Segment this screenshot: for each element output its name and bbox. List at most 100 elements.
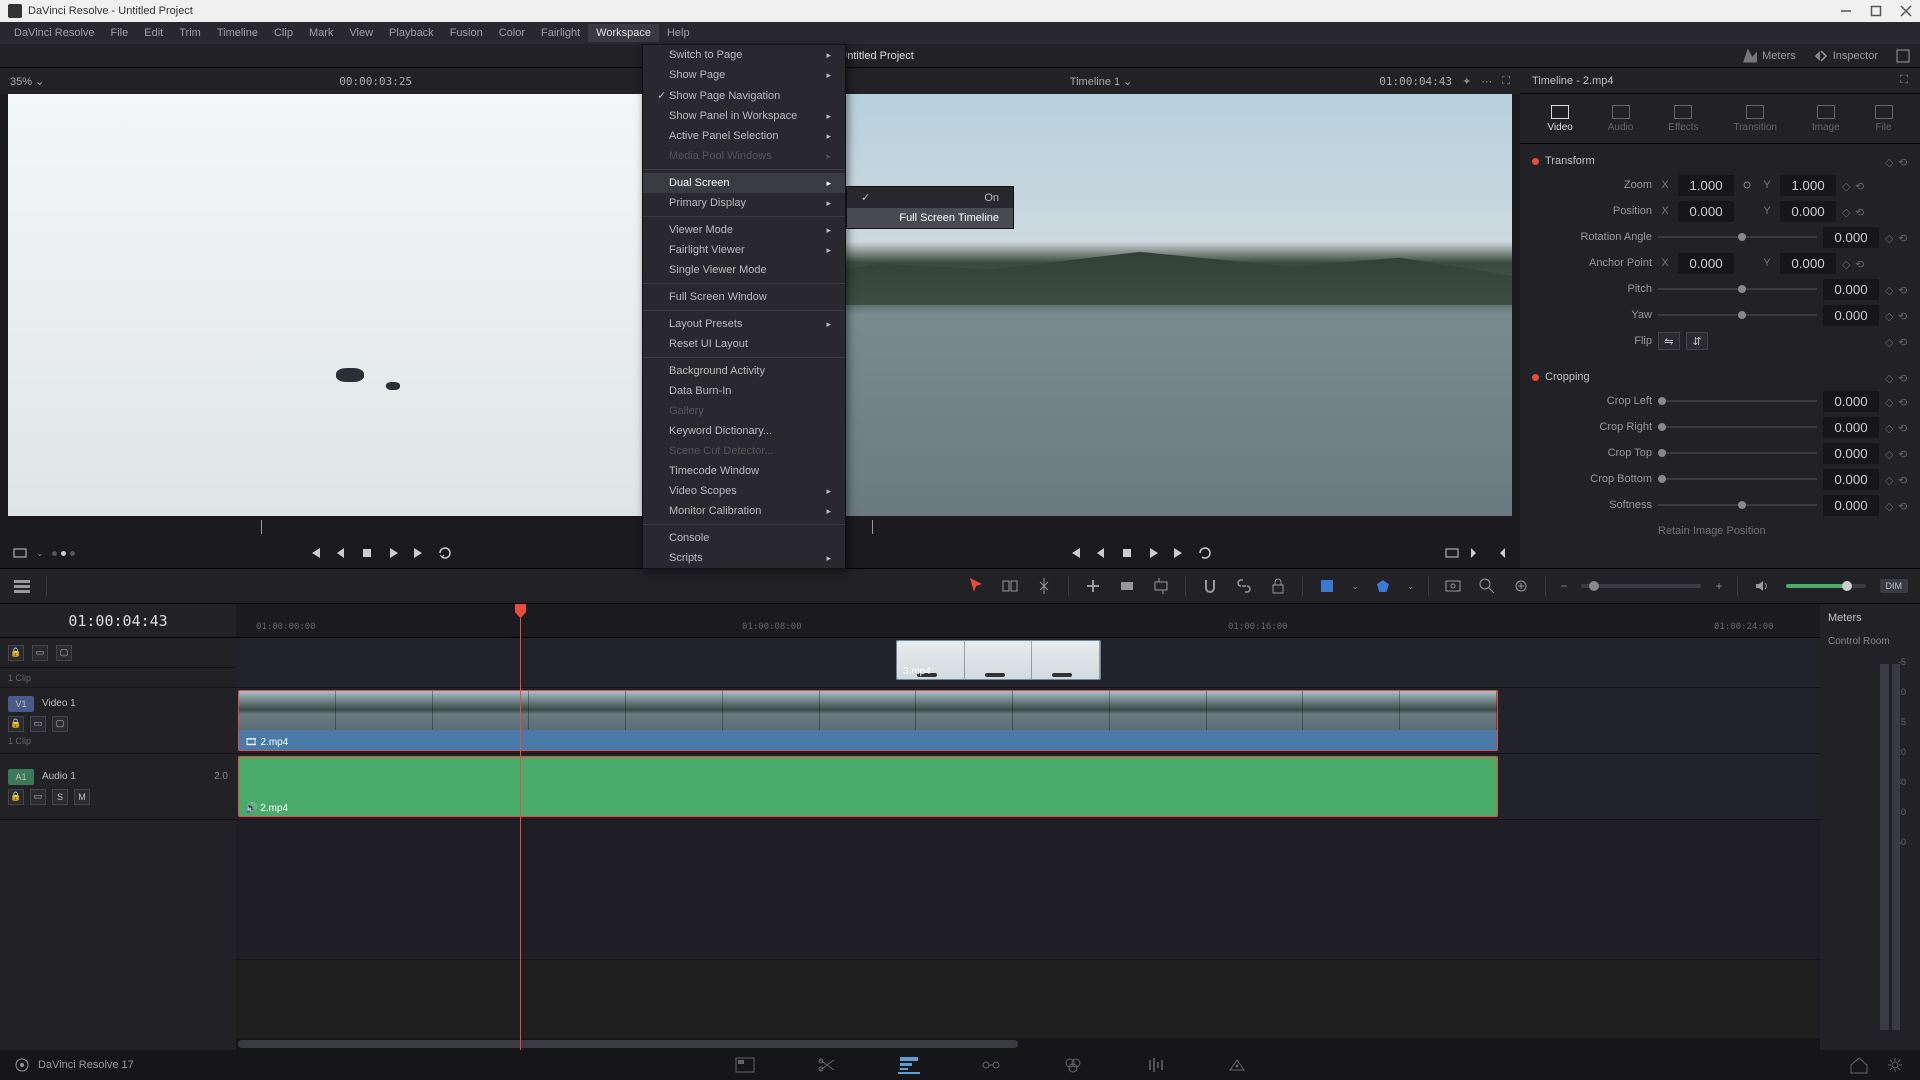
floating-clip[interactable]: 3.mp4 [896,640,1101,680]
marker-button[interactable] [1373,576,1393,596]
transform-section-header[interactable]: Transform ◇⟲ [1532,150,1908,172]
audio-mute-toggle[interactable] [1752,576,1772,596]
media-page-button[interactable] [734,1056,756,1074]
keyframe-diamond-icon[interactable]: ◇ [1885,232,1895,242]
yaw-input[interactable] [1823,305,1879,326]
menu-item-background-activity[interactable]: Background Activity [643,361,845,381]
rotation-slider[interactable] [1658,236,1817,238]
keyframe-diamond-icon[interactable]: ◇ [1885,396,1895,406]
mute-button[interactable]: M [74,789,90,805]
custom-zoom-button[interactable] [1511,576,1531,596]
link-icon[interactable] [1740,178,1754,192]
bypass-icon[interactable]: ✦ [1462,75,1471,88]
inspector-tab-video[interactable]: Video [1547,105,1572,133]
source-dots[interactable] [52,551,75,556]
expand-button[interactable] [1896,49,1910,63]
link-toggle[interactable] [1234,576,1254,596]
detail-zoom-button[interactable] [1477,576,1497,596]
inspector-expand-icon[interactable]: ⛶ [1900,74,1908,87]
menu-color[interactable]: Color [491,24,533,42]
maximize-button[interactable] [1870,5,1882,17]
fairlight-page-button[interactable] [1144,1056,1166,1074]
rotation-input[interactable] [1823,227,1879,248]
volume-slider[interactable] [1786,584,1866,588]
color-page-button[interactable] [1062,1056,1084,1074]
crop-left-input[interactable] [1823,391,1879,412]
menu-fairlight[interactable]: Fairlight [533,24,588,42]
trim-tool[interactable] [1000,576,1020,596]
keyframe-diamond-icon[interactable]: ◇ [1885,372,1895,382]
v2-lane[interactable]: 3.mp4 [236,638,1820,688]
menu-item-primary-display[interactable]: Primary Display▸ [643,193,845,213]
loop-button[interactable] [437,545,453,561]
keyframe-diamond-icon[interactable]: ◇ [1885,284,1895,294]
flip-v-button[interactable]: ⇵ [1686,332,1708,350]
enable-dot-icon[interactable] [1532,158,1539,165]
solo-button[interactable]: S [52,789,68,805]
zoom-slider[interactable] [1581,584,1701,588]
stop-button[interactable] [359,545,375,561]
reset-icon[interactable]: ⟲ [1855,180,1865,190]
cut-page-button[interactable] [816,1056,838,1074]
keyframe-diamond-icon[interactable]: ◇ [1885,422,1895,432]
flag-button[interactable] [1317,576,1337,596]
keyframe-diamond-icon[interactable]: ◇ [1885,500,1895,510]
first-frame-button[interactable] [307,545,323,561]
zoom-in-button[interactable]: + [1715,579,1722,593]
track-lock-icon[interactable]: 🔒 [8,645,24,661]
v1-clip[interactable]: 🎞 2.mp4 [238,690,1498,751]
menu-file[interactable]: File [103,24,137,42]
keyframe-diamond-icon[interactable]: ◇ [1885,336,1895,346]
keyframe-diamond-icon[interactable]: ◇ [1842,206,1852,216]
menu-mark[interactable]: Mark [301,24,341,42]
last-frame-button[interactable] [1171,545,1187,561]
softness-slider[interactable] [1658,504,1817,506]
inspector-tab-effects[interactable]: Effects [1668,105,1698,133]
a1-lane[interactable]: 🔊 2.mp4 [236,754,1820,820]
keyframe-diamond-icon[interactable]: ◇ [1885,474,1895,484]
empty-lane[interactable] [236,820,1820,960]
last-frame-button[interactable] [411,545,427,561]
menu-item-full-screen-window[interactable]: Full Screen Window [643,287,845,307]
menu-item-show-page-navigation[interactable]: ✓Show Page Navigation [643,85,845,106]
playhead[interactable] [520,604,521,1050]
v1-badge[interactable]: V1 [8,696,34,712]
track-enable-icon[interactable]: ▢ [52,716,68,732]
reset-icon[interactable]: ⟲ [1898,500,1908,510]
source-canvas[interactable] [8,94,752,516]
inspector-tab-audio[interactable]: Audio [1608,105,1634,133]
zoom-out-button[interactable]: − [1560,579,1567,593]
a1-track-header[interactable]: A1 Audio 1 2.0 🔒 ▭ S M [0,754,236,820]
play-button[interactable] [385,545,401,561]
deliver-page-button[interactable] [1226,1056,1248,1074]
insert-clip-button[interactable] [1083,576,1103,596]
close-button[interactable] [1900,5,1912,17]
reset-icon[interactable]: ⟲ [1855,258,1865,268]
home-button[interactable] [1848,1056,1870,1074]
keyframe-diamond-icon[interactable]: ◇ [1885,448,1895,458]
source-mode-button[interactable] [12,545,28,561]
menu-item-switch-to-page[interactable]: Switch to Page▸ [643,45,845,65]
menu-item-scripts[interactable]: Scripts▸ [643,548,845,568]
enable-dot-icon[interactable] [1532,374,1539,381]
anchor-y-input[interactable] [1780,253,1836,274]
minimize-button[interactable] [1840,5,1852,17]
track-auto-select-icon[interactable]: ▭ [32,645,48,661]
track-auto-select-icon[interactable]: ▭ [30,716,46,732]
menu-item-console[interactable]: Console [643,528,845,548]
inspector-tab-image[interactable]: Image [1812,105,1840,133]
submenu-item-on[interactable]: ✓On [847,187,1013,208]
menu-item-fairlight-viewer[interactable]: Fairlight Viewer▸ [643,240,845,260]
blade-tool[interactable] [1034,576,1054,596]
program-scrubber[interactable] [768,520,1512,534]
track-lock-icon[interactable]: 🔒 [8,716,24,732]
reset-icon[interactable]: ⟲ [1898,372,1908,382]
replace-clip-button[interactable] [1151,576,1171,596]
crop-bottom-slider[interactable] [1658,478,1817,480]
expand-program-icon[interactable]: ⛶ [1502,75,1510,88]
menu-trim[interactable]: Trim [171,24,209,42]
menu-item-timecode-window[interactable]: Timecode Window [643,461,845,481]
crop-left-slider[interactable] [1658,400,1817,402]
v1-track-header[interactable]: V1 Video 1 🔒 ▭ ▢ 1 Clip [0,688,236,754]
zoom-y-input[interactable] [1780,175,1836,196]
